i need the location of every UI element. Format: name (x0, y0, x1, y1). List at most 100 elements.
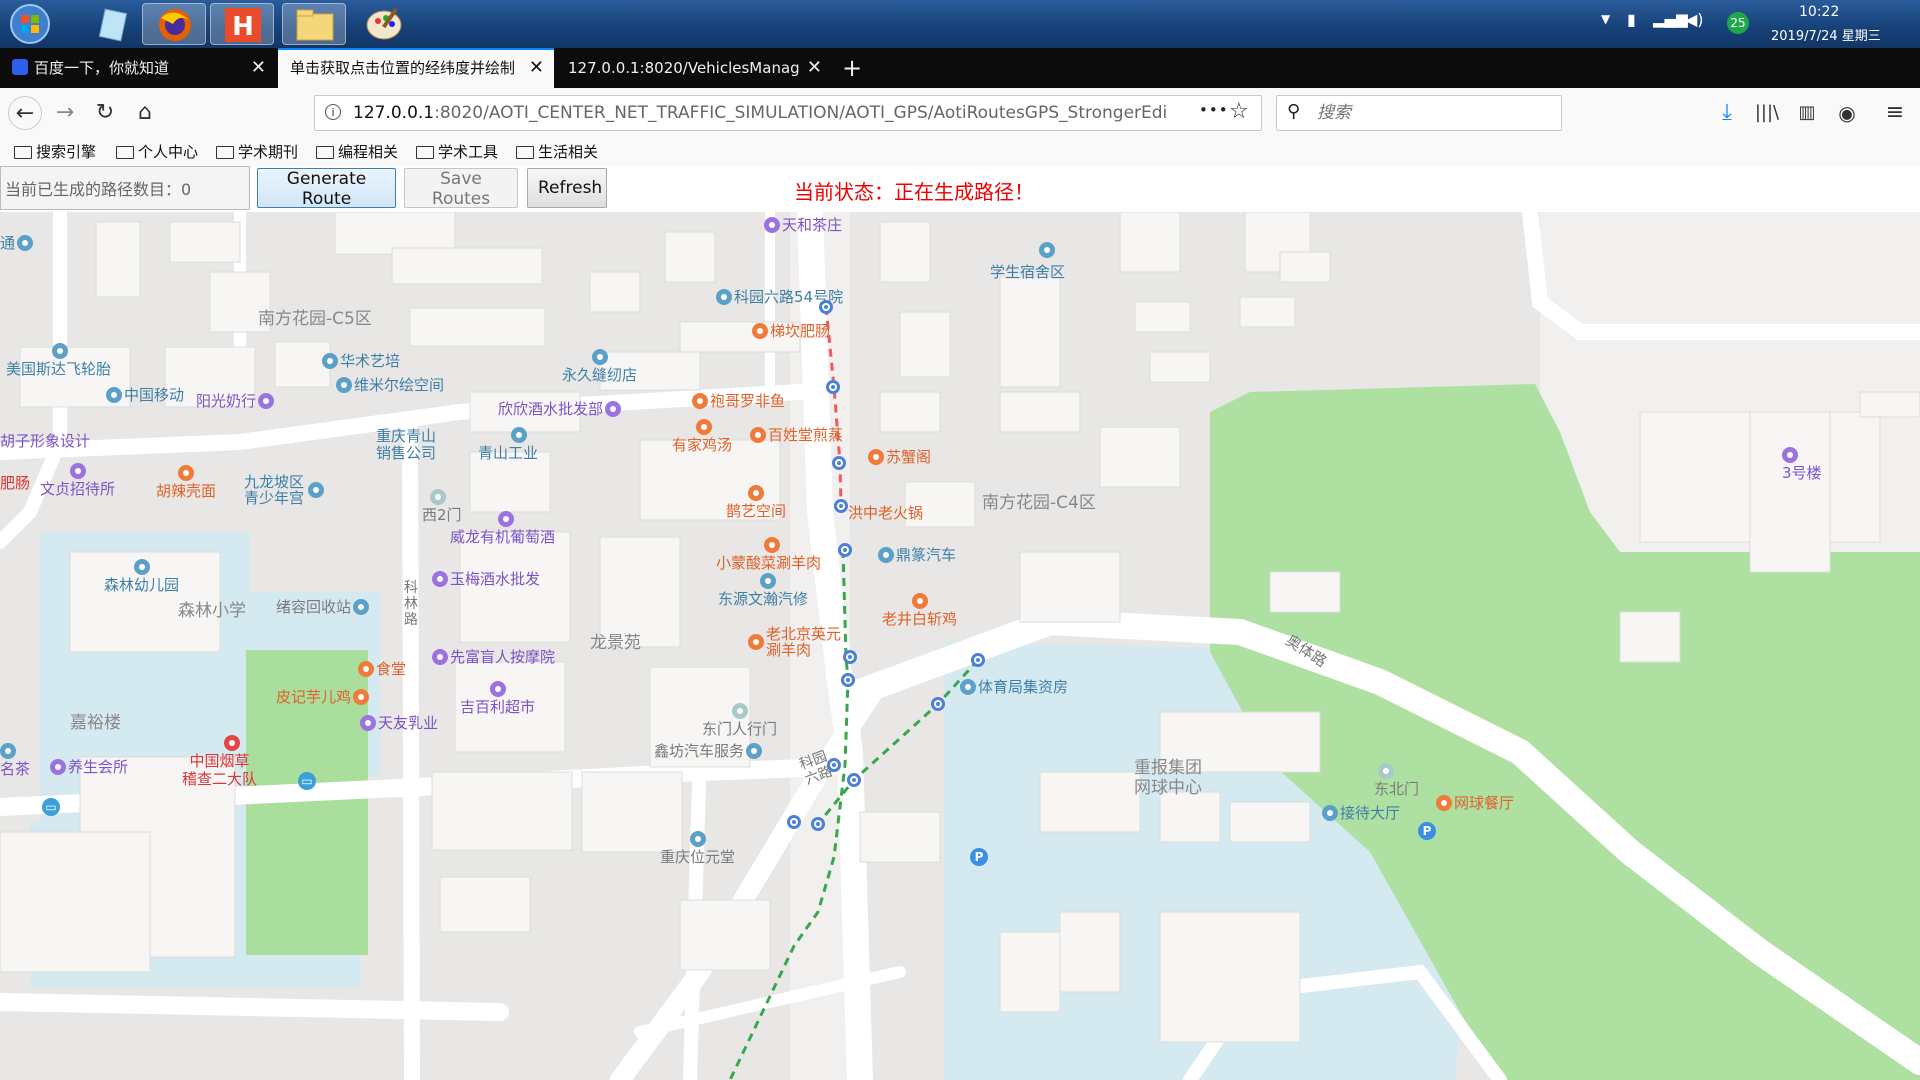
tray-expand-icon[interactable]: ▼ (1601, 12, 1610, 26)
poi-marker[interactable]: 维米尔绘空间 (336, 376, 444, 394)
poi-marker[interactable]: 网球餐厅 (1436, 794, 1514, 812)
tab-close-icon[interactable]: ✕ (251, 48, 266, 88)
route-point-marker[interactable] (811, 817, 825, 831)
site-info-icon[interactable]: i (325, 104, 341, 120)
poi-marker[interactable]: 学生宿舍区 (990, 242, 1065, 281)
url-bar[interactable]: i 127.0.0.1:8020/AOTI_CENTER_NET_TRAFFIC… (314, 95, 1262, 131)
poi-marker[interactable]: 威龙有机葡萄酒 (450, 510, 555, 546)
refresh-button[interactable]: Refresh (527, 168, 607, 208)
start-orb-icon[interactable] (2, 3, 66, 45)
route-point-marker[interactable] (931, 697, 945, 711)
poi-marker[interactable]: 中国移动 (106, 386, 184, 404)
poi-marker[interactable]: 食堂 (358, 660, 406, 678)
generate-route-button[interactable]: Generate Route (257, 168, 396, 209)
parking-icon[interactable]: P (970, 848, 988, 866)
tab-map-page[interactable]: 单击获取点击位置的经纬度并绘制 ✕ (278, 48, 554, 88)
route-point-marker[interactable] (834, 499, 848, 513)
poi-marker[interactable]: 东源文瀚汽修 (718, 572, 808, 608)
poi-marker[interactable]: 欣欣酒水批发部 (498, 400, 623, 418)
tray-badge[interactable]: 25 (1727, 12, 1749, 34)
poi-marker[interactable]: 九龙坡区 青少年宫 (244, 474, 326, 506)
poi-marker[interactable]: 小蒙酸菜涮羊肉 (716, 536, 821, 572)
poi-marker[interactable]: 老井白斩鸡 (882, 592, 957, 628)
paint-taskbar-icon[interactable] (352, 3, 416, 45)
poi-marker[interactable]: 绪容回收站 (276, 598, 371, 616)
poi-marker[interactable]: 天和茶庄 (764, 216, 842, 234)
forward-arrow-icon[interactable]: → (48, 96, 82, 130)
poi-marker[interactable]: 养生会所 (50, 758, 128, 776)
bookmark-folder-journals[interactable]: 学术期刊 (216, 140, 298, 164)
poi-building-3[interactable]: 3号楼 (1782, 446, 1822, 482)
poi-marker[interactable]: 鹊艺空间 (726, 484, 786, 520)
poi-marker[interactable]: 胡辣壳面 (156, 464, 216, 500)
route-point-marker[interactable] (787, 815, 801, 829)
poi-marker[interactable]: 体育局集资房 (960, 678, 1068, 696)
poi-marker[interactable]: 吉百利超市 (460, 680, 535, 716)
signal-icon[interactable]: ▂▄▆ (1653, 10, 1688, 28)
page-actions-menu-icon[interactable]: ••• (1199, 101, 1229, 119)
poi-marker[interactable]: 华术艺培 (322, 352, 400, 370)
poi-marker[interactable]: 东门人行门 (702, 702, 777, 738)
poi-marker[interactable]: 中国烟草 稽查二大队 (182, 734, 257, 788)
search-box[interactable]: ⚲ (1276, 95, 1562, 131)
route-point-marker[interactable] (838, 543, 852, 557)
bookmark-star-icon[interactable]: ☆ (1229, 99, 1249, 124)
clock-time[interactable]: 10:22 (1799, 4, 1839, 20)
poi-marker[interactable]: 东北门 (1374, 762, 1419, 798)
route-point-marker[interactable] (832, 456, 846, 470)
reload-icon[interactable]: ↻ (88, 96, 122, 130)
route-point-marker[interactable] (826, 380, 840, 394)
poi-marker[interactable]: 通 (0, 234, 35, 252)
bookmark-folder-programming[interactable]: 编程相关 (316, 140, 398, 164)
parking-icon[interactable]: P (1418, 822, 1436, 840)
poi-marker[interactable]: 阳光奶行 (196, 392, 276, 410)
poi-marker[interactable]: 胡子形象设计 (0, 432, 90, 450)
firefox-taskbar-icon[interactable] (142, 3, 206, 45)
tab-close-icon[interactable]: ✕ (529, 50, 544, 86)
bus-stop-icon[interactable]: ▭ (298, 772, 316, 790)
file-explorer-taskbar-icon[interactable] (282, 3, 346, 45)
route-point-marker[interactable] (841, 673, 855, 687)
poi-marker[interactable]: 皮记芋儿鸡 (276, 688, 371, 706)
url-text[interactable]: 127.0.0.1:8020/AOTI_CENTER_NET_TRAFFIC_S… (353, 96, 1173, 130)
notepad-taskbar-icon[interactable] (80, 3, 144, 45)
sidebar-icon[interactable]: ▥ (1790, 96, 1824, 130)
route-point-marker[interactable] (843, 650, 857, 664)
downloads-icon[interactable]: ⤓ (1710, 96, 1744, 130)
home-icon[interactable]: ⌂ (128, 96, 162, 130)
poi-marker[interactable]: 苏蟹阁 (868, 448, 931, 466)
tab-vehicles-manager[interactable]: 127.0.0.1:8020/VehiclesManager ✕ (556, 48, 832, 88)
poi-marker[interactable]: 鑫坊汽车服务 (654, 742, 764, 760)
clock-date[interactable]: 2019/7/24 星期三 (1771, 25, 1881, 44)
volume-icon[interactable]: ◀) (1685, 10, 1704, 29)
bookmark-folder-life[interactable]: 生活相关 (516, 140, 598, 164)
hamburger-menu-icon[interactable]: ≡ (1878, 96, 1912, 130)
poi-marker[interactable]: 先富盲人按摩院 (432, 648, 555, 666)
poi-marker[interactable]: 科园六路54号院 (716, 288, 843, 306)
poi-marker[interactable]: 肥肠 (0, 474, 30, 492)
new-tab-button[interactable]: + (842, 48, 882, 88)
poi-marker[interactable]: 洪中老火锅 (848, 504, 923, 522)
poi-marker[interactable]: 美国斯达飞轮胎 (6, 342, 111, 378)
poi-marker[interactable]: 鼎篆汽车 (878, 546, 956, 564)
save-routes-button[interactable]: Save Routes (404, 168, 518, 209)
tab-close-icon[interactable]: ✕ (807, 48, 822, 88)
search-input[interactable] (1315, 102, 1549, 124)
library-icon[interactable]: |||\ (1750, 96, 1784, 130)
poi-marker[interactable]: 文贞招待所 (40, 462, 115, 498)
bus-stop-icon[interactable]: ▭ (42, 798, 60, 816)
back-arrow-icon[interactable]: ← (8, 96, 42, 130)
bookmark-folder-personal[interactable]: 个人中心 (116, 140, 198, 164)
poi-marker[interactable]: 百姓堂煎蒸 (750, 426, 843, 444)
map-canvas[interactable]: 南方花园-C5区 南方花园-C4区 森林小学 龙景苑 嘉裕楼 重报集团 网球中心… (0, 212, 1920, 1080)
poi-marker[interactable]: 天友乳业 (360, 714, 438, 732)
bookmark-folder-tools[interactable]: 学术工具 (416, 140, 498, 164)
poi-marker[interactable]: 永久缝纫店 (562, 348, 637, 384)
poi-marker[interactable]: 袍哥罗非鱼 (692, 392, 785, 410)
poi-marker[interactable]: 老北京英元 涮羊肉 (748, 626, 841, 658)
poi-marker[interactable]: 重庆位元堂 (660, 830, 735, 866)
poi-marker[interactable]: 梯坎肥肠 (752, 322, 830, 340)
account-icon[interactable]: ◉ (1830, 96, 1864, 130)
hbuilder-taskbar-icon[interactable]: H (210, 3, 274, 45)
bookmark-folder-search[interactable]: 搜索引擎 (14, 140, 96, 164)
